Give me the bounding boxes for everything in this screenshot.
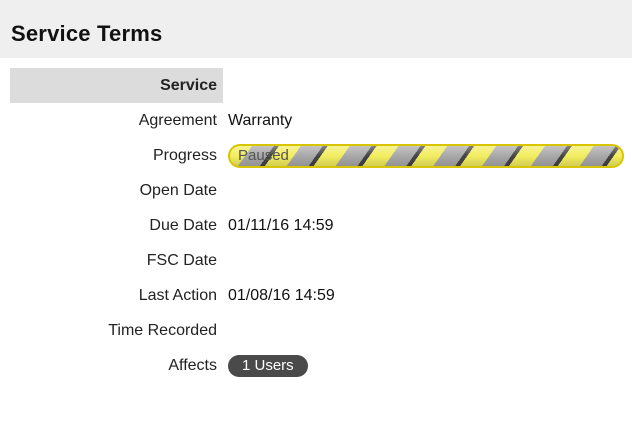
value-due-date: 01/11/16 14:59 (228, 217, 334, 234)
label-agreement: Agreement (138, 112, 217, 129)
progress-status-text: Paused (238, 147, 289, 164)
label-last-action: Last Action (138, 287, 217, 304)
affects-users-badge[interactable]: 1 Users (228, 355, 308, 377)
progress-fill: Paused (230, 146, 622, 166)
value-agreement: Warranty (228, 112, 293, 129)
row-time-recorded: Time Recorded (10, 313, 632, 348)
service-terms-table: Service Agreement Warranty Progress Paus… (10, 68, 632, 383)
label-due-date: Due Date (149, 217, 217, 234)
row-last-action: Last Action 01/08/16 14:59 (10, 278, 632, 313)
label-time-recorded: Time Recorded (108, 322, 217, 339)
panel-header: Service Terms (0, 0, 632, 58)
row-open-date: Open Date (10, 173, 632, 208)
row-due-date: Due Date 01/11/16 14:59 (10, 208, 632, 243)
row-progress: Progress Paused (10, 138, 632, 173)
label-fsc-date: FSC Date (146, 252, 217, 269)
value-last-action: 01/08/16 14:59 (228, 287, 335, 304)
section-row-service: Service (10, 68, 632, 103)
row-agreement: Agreement Warranty (10, 103, 632, 138)
progress-bar: Paused (228, 144, 624, 168)
label-affects: Affects (168, 357, 217, 374)
panel-title: Service Terms (11, 21, 163, 46)
row-fsc-date: FSC Date (10, 243, 632, 278)
label-open-date: Open Date (139, 182, 217, 199)
section-label-service: Service (160, 77, 217, 94)
row-affects: Affects 1 Users (10, 348, 632, 383)
label-progress: Progress (152, 147, 217, 164)
